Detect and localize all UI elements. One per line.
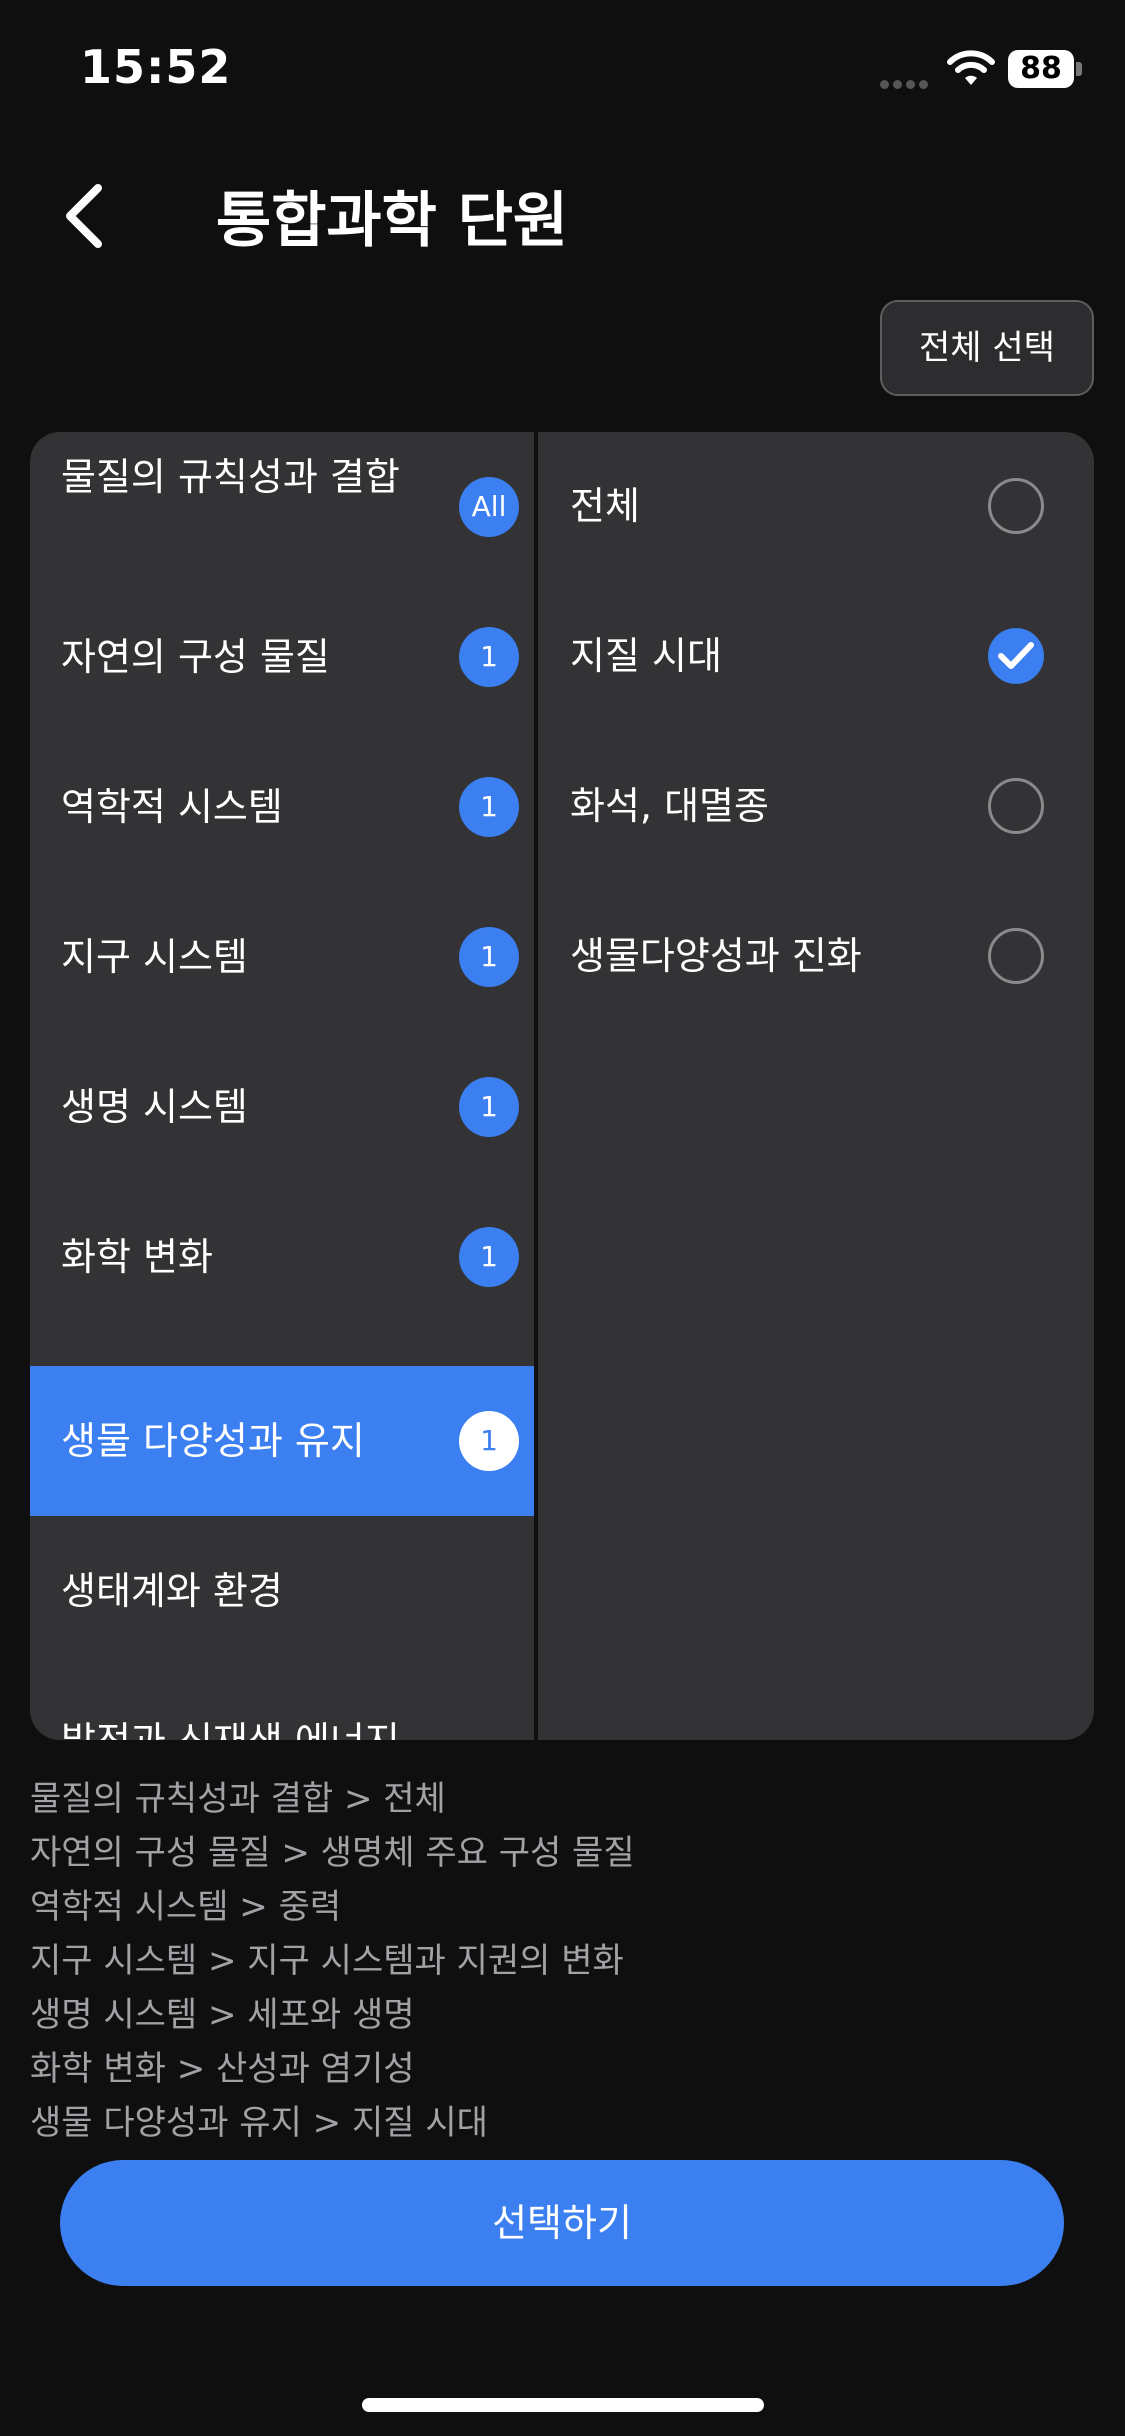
category-label: 생태계와 환경 — [61, 1569, 283, 1613]
option-item-fossil[interactable]: 화석, 대멸종 — [538, 732, 1094, 882]
category-item-2[interactable]: 자연의 구성 물질 1 — [30, 582, 534, 732]
summary-line: 생물 다양성과 유지 > 지질 시대 — [30, 2103, 488, 2143]
summary-line: 역학적 시스템 > 중력 — [30, 1887, 342, 1927]
confirm-select-button[interactable]: 선택하기 — [60, 2160, 1064, 2286]
category-label: 생물 다양성과 유지 — [61, 1419, 365, 1463]
option-item-geologic-era[interactable]: 지질 시대 — [538, 582, 1094, 732]
category-label: 자연의 구성 물질 — [61, 635, 330, 679]
summary-line: 물질의 규칙성과 결합 > 전체 — [30, 1779, 446, 1819]
count-badge: 1 — [459, 1077, 519, 1137]
category-label: 발전과 신재생 에너지 — [61, 1712, 441, 1740]
category-item-7-selected[interactable]: 생물 다양성과 유지 1 — [30, 1366, 534, 1516]
unit-selection-panel: 물질의 규칙성과 결합 All 자연의 구성 물질 1 역학적 시스템 1 지구… — [30, 432, 1094, 1740]
count-badge: All — [459, 477, 519, 537]
summary-line: 자연의 구성 물질 > 생명체 주요 구성 물질 — [30, 1833, 635, 1873]
option-item-all[interactable]: 전체 — [538, 432, 1094, 582]
checkmark-icon — [998, 642, 1034, 669]
wifi-icon — [946, 48, 996, 88]
count-badge: 1 — [459, 1227, 519, 1287]
option-item-biodiversity[interactable]: 생물다양성과 진화 — [538, 882, 1094, 1032]
back-button[interactable] — [52, 176, 122, 256]
category-item-1[interactable]: 물질의 규칙성과 결합 All — [30, 432, 534, 582]
selection-summary: 물질의 규칙성과 결합 > 전체 자연의 구성 물질 > 생명체 주요 구성 물… — [30, 1772, 1094, 2150]
summary-line: 지구 시스템 > 지구 시스템과 지권의 변화 — [30, 1941, 624, 1981]
radio-checked-icon[interactable] — [988, 628, 1044, 684]
category-label: 지구 시스템 — [61, 935, 248, 979]
cellular-signal-icon — [880, 74, 934, 89]
category-item-4[interactable]: 지구 시스템 1 — [30, 882, 534, 1032]
summary-line: 화학 변화 > 산성과 염기성 — [30, 2049, 415, 2089]
radio-unchecked-icon[interactable] — [988, 928, 1044, 984]
option-label: 전체 — [570, 484, 640, 528]
chevron-left-icon — [66, 184, 102, 248]
category-label: 생명 시스템 — [61, 1085, 248, 1129]
page-title: 통합과학 단원 — [216, 186, 569, 256]
radio-unchecked-icon[interactable] — [988, 778, 1044, 834]
category-item-9[interactable]: 발전과 신재생 에너지 — [30, 1666, 534, 1740]
count-badge: 1 — [459, 1411, 519, 1471]
category-item-6[interactable]: 화학 변화 1 — [30, 1182, 534, 1332]
select-all-button[interactable]: 전체 선택 — [880, 300, 1094, 396]
option-label: 지질 시대 — [570, 634, 722, 678]
option-list[interactable]: 전체 지질 시대 화석, 대멸종 생물다양성과 진화 — [538, 432, 1094, 1740]
category-label: 역학적 시스템 — [61, 785, 283, 829]
category-item-8[interactable]: 생태계와 환경 — [30, 1516, 534, 1666]
count-badge: 1 — [459, 627, 519, 687]
category-item-5[interactable]: 생명 시스템 1 — [30, 1032, 534, 1182]
home-indicator — [362, 2398, 764, 2412]
summary-line: 생명 시스템 > 세포와 생명 — [30, 1995, 415, 2035]
battery-tip — [1076, 62, 1082, 76]
option-label: 생물다양성과 진화 — [570, 934, 862, 978]
count-badge: 1 — [459, 927, 519, 987]
radio-unchecked-icon[interactable] — [988, 478, 1044, 534]
category-label: 화학 변화 — [61, 1235, 213, 1279]
category-item-3[interactable]: 역학적 시스템 1 — [30, 732, 534, 882]
status-time: 15:52 — [80, 40, 232, 94]
category-list[interactable]: 물질의 규칙성과 결합 All 자연의 구성 물질 1 역학적 시스템 1 지구… — [30, 432, 534, 1740]
battery-icon: 88 — [1008, 50, 1074, 88]
count-badge: 1 — [459, 777, 519, 837]
option-label: 화석, 대멸종 — [570, 784, 769, 828]
status-bar: 15:52 88 — [0, 0, 1125, 140]
category-label: 물질의 규칙성과 결합 — [61, 455, 400, 499]
